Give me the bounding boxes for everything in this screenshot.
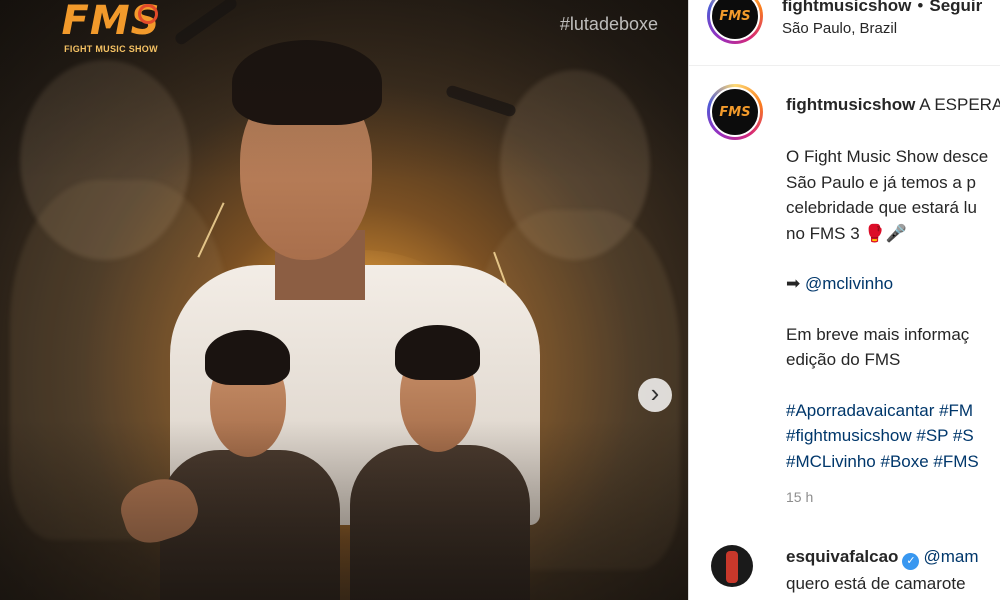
caption-line: Em breve mais informaç	[786, 324, 970, 344]
caption-mention-row: ➡ @mclivinho	[786, 271, 988, 297]
hashtag-list: #Aporradavaicantar #FM #fightmusicshow #…	[786, 398, 988, 475]
comment-header: esquivafalcao ✓ @mam	[786, 547, 979, 570]
caption-line: no FMS 3 🥊🎤	[786, 223, 907, 243]
caption-line: São Paulo e já temos a p	[786, 172, 976, 192]
follow-button[interactable]: Seguir	[929, 0, 982, 15]
caption-avatar[interactable]: FMS	[707, 84, 763, 140]
caption-lead: A ESPERA	[919, 95, 1000, 114]
post-sidebar: FMS fightmusicshow • Seguir São Paulo, Bra…	[688, 0, 1000, 600]
caption-header: fightmusicshow A ESPERA	[786, 95, 1000, 115]
commenter-username[interactable]: esquivafalcao	[786, 547, 898, 566]
caption-body: O Fight Music Show desce São Paulo e já …	[786, 144, 988, 474]
commenter-avatar[interactable]	[711, 545, 753, 587]
mention-link[interactable]: @mclivinho	[805, 274, 893, 293]
logo-text: FMS	[61, 0, 161, 44]
post-timestamp[interactable]: 15 h	[786, 489, 813, 505]
hashtag-line[interactable]: #MCLivinho #Boxe #FMS	[786, 449, 988, 475]
arrow-right-icon: ➡	[786, 274, 801, 293]
chevron-right-icon: ›	[650, 378, 660, 408]
author-avatar[interactable]: FMS	[707, 0, 763, 44]
verified-badge-icon: ✓	[902, 553, 920, 570]
post-image[interactable]: FMS FIGHT MUSIC SHOW #lutadeboxe ›	[0, 0, 688, 600]
caption-line: O Fight Music Show desce	[786, 147, 989, 166]
separator-dot: •	[917, 0, 924, 15]
carousel-next-button[interactable]: ›	[638, 378, 672, 412]
image-vignette	[0, 0, 688, 600]
comment-mention[interactable]: @mam	[923, 547, 978, 566]
caption-username[interactable]: fightmusicshow	[786, 95, 915, 114]
post-header: FMS fightmusicshow • Seguir São Paulo, Bra…	[689, 0, 1000, 66]
avatar-figure	[726, 551, 738, 583]
logo-subtitle: FIGHT MUSIC SHOW	[64, 44, 158, 54]
avatar-logo: FMS	[719, 8, 751, 24]
caption-line: edição do FMS	[786, 350, 901, 369]
author-username[interactable]: fightmusicshow	[782, 0, 911, 15]
hashtag-overlay: #lutadeboxe	[559, 14, 658, 34]
comment-text: quero está de camarote	[786, 574, 966, 593]
hashtag-line[interactable]: #Aporradavaicantar #FM	[786, 398, 988, 424]
logo-ring-icon	[138, 4, 158, 24]
caption-line: celebridade que estará lu	[786, 198, 977, 217]
hashtag-line[interactable]: #fightmusicshow #SP #S	[786, 423, 988, 449]
header-user-row: fightmusicshow • Seguir	[782, 0, 982, 16]
caption-paragraph-3: Em breve mais informaç edição do FMS	[786, 322, 988, 373]
fms-logo: FMS FIGHT MUSIC SHOW	[46, 0, 176, 60]
avatar-logo: FMS	[719, 104, 751, 120]
location-link[interactable]: São Paulo, Brazil	[782, 20, 897, 37]
caption-paragraph-1: O Fight Music Show desce São Paulo e já …	[786, 144, 988, 246]
